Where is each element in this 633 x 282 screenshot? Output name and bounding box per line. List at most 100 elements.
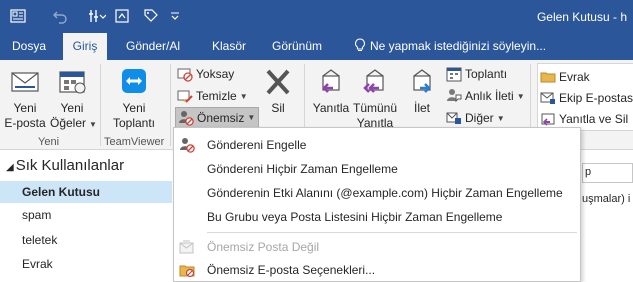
im-button[interactable]: Anlık İleti ▼ xyxy=(446,86,525,106)
new-email-icon xyxy=(11,72,39,92)
reply-all-button[interactable]: Tümünü Yanıtla xyxy=(352,66,398,131)
junk-dropdown-menu: Göndereni Engelle Göndereni Hiçbir Zaman… xyxy=(173,127,581,282)
qat-box-icon[interactable] xyxy=(113,6,131,26)
delete-button[interactable]: Sil xyxy=(258,66,298,116)
meeting-label: Toplantı xyxy=(465,67,508,81)
junk-button[interactable]: Önemsiz ▼ xyxy=(175,107,260,128)
quick-step-evrak[interactable]: Evrak xyxy=(540,67,590,87)
menu-item-label: Göndereni Hiçbir Zaman Engelleme xyxy=(207,162,398,176)
reply-delete-icon xyxy=(541,113,555,126)
junk-options-icon xyxy=(179,265,195,278)
new-items-button[interactable]: Yeni Öğeler ▼ xyxy=(50,66,97,132)
favorites-header-text: Sık Kullanılanlar xyxy=(15,157,125,174)
favorites-header[interactable]: ◢ Sık Kullanılanlar xyxy=(6,157,124,174)
group-label-teamviewer: TeamViewer xyxy=(104,136,165,148)
menu-separator xyxy=(207,232,577,233)
menu-item-not-junk: Önemsiz Posta Değil xyxy=(174,235,580,259)
ignore-icon xyxy=(177,68,193,82)
new-items-label-1: Yeni xyxy=(60,101,84,115)
search-fragment: p xyxy=(585,166,592,178)
quick-steps-gallery: Evrak Ekip E-postas Yanıtla ve Sil xyxy=(537,63,633,131)
group-separator xyxy=(170,64,171,146)
menu-item-label: Önemsiz E-posta Seçenekleri... xyxy=(207,263,376,277)
chevron-down-icon: ▼ xyxy=(496,113,505,123)
clean-up-icon xyxy=(177,90,193,103)
folder-spam[interactable]: spam xyxy=(0,204,172,226)
reply-label: Yanıtla xyxy=(312,101,350,115)
new-meeting-teamviewer-button[interactable]: Yeni Toplantı xyxy=(106,66,162,131)
reply-all-icon xyxy=(363,69,384,93)
menu-item-label: Gönderenin Etki Alanını (@example.com) H… xyxy=(207,186,563,200)
group-separator xyxy=(100,64,101,146)
quick-step-reply-delete[interactable]: Yanıtla ve Sil xyxy=(540,109,628,129)
more-button[interactable]: Diğer ▼ xyxy=(446,108,505,128)
customize-qat-icon[interactable] xyxy=(87,6,107,26)
quick-step-label: Yanıtla ve Sil xyxy=(559,112,629,126)
chevron-down-icon: ▼ xyxy=(89,120,97,129)
reply-all-label-1: Tümünü xyxy=(352,101,398,115)
menu-item-label: Göndereni Engelle xyxy=(207,138,307,152)
tab-giris[interactable]: Giriş xyxy=(63,33,107,60)
meeting-button[interactable]: Toplantı xyxy=(446,64,507,84)
qat-dropdown-icon[interactable] xyxy=(168,6,182,26)
quick-step-label: Ekip E-postas xyxy=(559,91,633,105)
junk-label: Önemsiz xyxy=(197,110,245,125)
ignore-button[interactable]: Yoksay xyxy=(177,64,234,84)
tab-klasor[interactable]: Klasör xyxy=(206,33,252,60)
forward-icon xyxy=(413,69,431,93)
folder-inbox[interactable]: Gelen Kutusu xyxy=(0,181,172,203)
message-list-pane: p uşmalar) i xyxy=(580,151,633,282)
tab-gonder-al[interactable]: Gönder/Al xyxy=(120,33,186,60)
new-email-button[interactable]: Yeni E-posta xyxy=(4,66,46,131)
new-items-icon xyxy=(59,71,86,94)
new-meeting-label-2: Toplantı xyxy=(112,116,156,130)
meeting-icon xyxy=(446,67,462,82)
qat-tag-icon[interactable] xyxy=(142,6,160,26)
more-label: Diğer xyxy=(465,111,494,125)
new-email-label-1: Yeni xyxy=(13,101,37,115)
mailbox-icon[interactable] xyxy=(8,6,28,26)
more-icon xyxy=(446,112,461,124)
forward-button[interactable]: İlet xyxy=(404,66,440,116)
tell-me-box[interactable]: Ne yapmak istediğinizi söyleyin... xyxy=(350,33,552,60)
group-label-yeni: Yeni xyxy=(38,136,60,148)
folder-evrak[interactable]: Evrak xyxy=(0,253,172,275)
search-input[interactable]: p xyxy=(582,163,633,183)
window-title: Gelen Kutusu - h xyxy=(536,10,627,24)
clean-up-button[interactable]: Temizle ▼ xyxy=(177,86,248,106)
quick-step-team-email[interactable]: Ekip E-postas xyxy=(540,88,633,108)
new-email-label-2: E-posta xyxy=(4,116,46,130)
lightbulb-icon xyxy=(355,38,365,51)
new-meeting-label-1: Yeni xyxy=(122,101,146,115)
folder-teletek[interactable]: teletek xyxy=(0,229,172,251)
teamviewer-icon xyxy=(122,69,146,93)
junk-icon xyxy=(179,110,194,126)
chevron-down-icon: ▼ xyxy=(239,91,248,101)
collapse-triangle-icon: ◢ xyxy=(6,162,14,173)
delete-icon xyxy=(266,69,290,95)
menu-item-never-block-domain[interactable]: Gönderenin Etki Alanını (@example.com) H… xyxy=(174,181,580,205)
tab-gorunum[interactable]: Görünüm xyxy=(266,33,328,60)
title-bar: Gelen Kutusu - h xyxy=(0,0,633,33)
menu-item-junk-options[interactable]: Önemsiz E-posta Seçenekleri... xyxy=(174,258,580,282)
reply-button[interactable]: Yanıtla xyxy=(308,66,354,116)
tab-dosya[interactable]: Dosya xyxy=(6,33,52,60)
ribbon-tabs: Dosya Giriş Gönder/Al Klasör Görünüm Ne … xyxy=(0,33,633,60)
menu-item-never-block-sender[interactable]: Göndereni Hiçbir Zaman Engelleme xyxy=(174,157,580,181)
menu-item-block-sender[interactable]: Göndereni Engelle xyxy=(174,133,580,157)
folder-pane: ◢ Sık Kullanılanlar Gelen Kutusu spam tel… xyxy=(0,151,172,282)
menu-item-label: Önemsiz Posta Değil xyxy=(207,240,320,254)
chevron-down-icon: ▼ xyxy=(516,91,525,101)
team-email-icon xyxy=(540,92,555,104)
reply-icon xyxy=(322,69,340,93)
clean-up-label: Temizle xyxy=(196,89,237,103)
tell-me-text: Ne yapmak istediğinizi söyleyin... xyxy=(370,39,547,53)
quick-step-label: Evrak xyxy=(559,70,590,84)
undo-icon[interactable] xyxy=(52,6,68,26)
delete-label: Sil xyxy=(271,101,285,115)
menu-item-label: Bu Grubu veya Posta Listesini Hiçbir Zam… xyxy=(207,210,503,224)
folder-icon xyxy=(540,72,556,83)
im-label: Anlık İleti xyxy=(465,89,514,103)
menu-item-never-block-group[interactable]: Bu Grubu veya Posta Listesini Hiçbir Zam… xyxy=(174,205,580,229)
instant-message-icon xyxy=(447,89,462,103)
